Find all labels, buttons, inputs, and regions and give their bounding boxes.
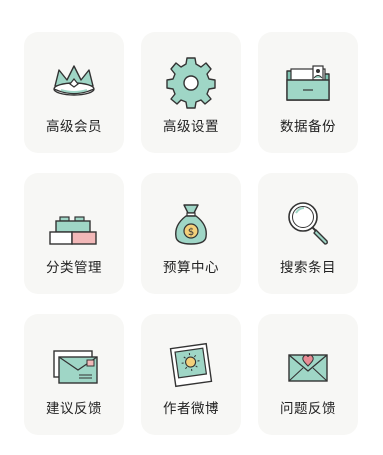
category-management-tile[interactable]: 分类管理 xyxy=(24,173,124,294)
budget-center-tile[interactable]: $ 预算中心 xyxy=(141,173,241,294)
svg-text:$: $ xyxy=(188,227,194,238)
suggestion-feedback-tile[interactable]: 建议反馈 xyxy=(24,314,124,435)
photo-icon xyxy=(164,338,218,392)
money-bag-icon: $ xyxy=(164,197,218,251)
search-entries-tile[interactable]: 搜索条目 xyxy=(258,173,358,294)
premium-member-label: 高级会员 xyxy=(46,119,102,135)
author-weibo-tile[interactable]: 作者微博 xyxy=(141,314,241,435)
issue-feedback-tile[interactable]: 问题反馈 xyxy=(258,314,358,435)
advanced-settings-tile[interactable]: 高级设置 xyxy=(141,32,241,153)
blocks-icon xyxy=(47,197,101,251)
advanced-settings-label: 高级设置 xyxy=(163,119,219,135)
issue-feedback-label: 问题反馈 xyxy=(280,401,336,417)
search-entries-label: 搜索条目 xyxy=(280,260,336,276)
folder-icon xyxy=(281,56,335,110)
data-backup-label: 数据备份 xyxy=(280,119,336,135)
menu-grid: 高级会员 高级设置 数据备份 分类管理 $ 预算中心 搜索条目 建议反馈 作者微… xyxy=(24,32,358,435)
mail-icon xyxy=(47,338,101,392)
gear-icon xyxy=(164,56,218,110)
heart-envelope-icon xyxy=(281,338,335,392)
category-management-label: 分类管理 xyxy=(46,260,102,276)
author-weibo-label: 作者微博 xyxy=(163,401,219,417)
data-backup-tile[interactable]: 数据备份 xyxy=(258,32,358,153)
suggestion-feedback-label: 建议反馈 xyxy=(46,401,102,417)
premium-member-tile[interactable]: 高级会员 xyxy=(24,32,124,153)
budget-center-label: 预算中心 xyxy=(163,260,219,276)
crown-icon xyxy=(47,56,101,110)
magnifier-icon xyxy=(281,197,335,251)
